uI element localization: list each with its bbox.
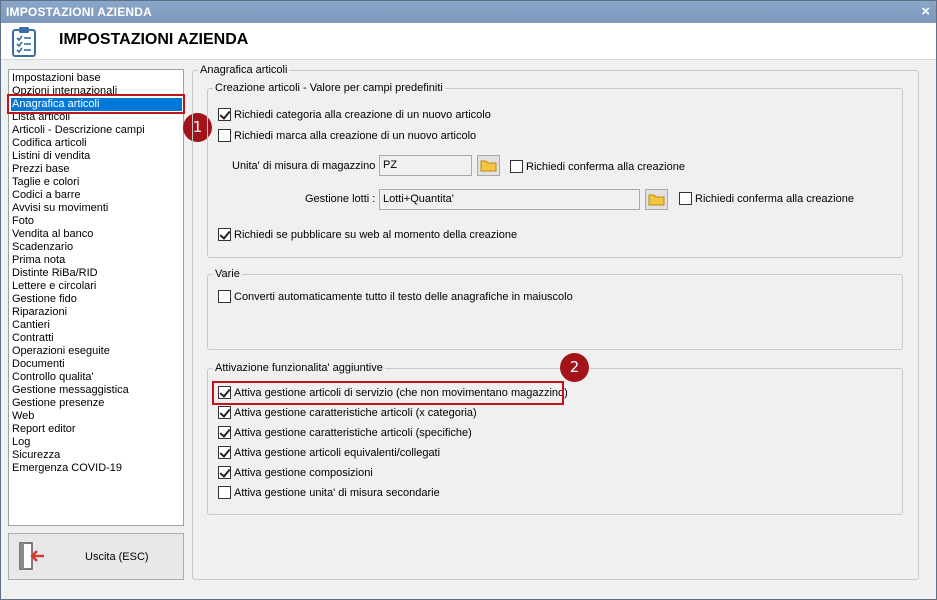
- sidebar-item-documenti[interactable]: Documenti: [12, 358, 65, 371]
- sidebar-item-scadenzario[interactable]: Scadenzario: [12, 241, 73, 254]
- checkbox-specific-characteristics[interactable]: Attiva gestione caratteristiche articoli…: [218, 426, 472, 439]
- unit-of-measure-label: Unita' di misura di magazzino :: [232, 160, 382, 172]
- sidebar-item-prezzi-base[interactable]: Prezzi base: [12, 163, 69, 176]
- checkbox-label: Converti automaticamente tutto il testo …: [234, 290, 573, 303]
- checkbox-publish-web[interactable]: Richiedi se pubblicare su web al momento…: [218, 228, 517, 241]
- clipboard-checklist-icon: [9, 26, 39, 61]
- checkbox-equivalent-items[interactable]: Attiva gestione articoli equivalenti/col…: [218, 446, 440, 459]
- checkbox-label: Attiva gestione articoli equivalenti/col…: [234, 446, 441, 459]
- checkbox-label: Attiva gestione caratteristiche articoli…: [234, 426, 472, 439]
- sidebar-item-riparazioni[interactable]: Riparazioni: [12, 306, 67, 319]
- checkbox-box[interactable]: [218, 466, 231, 479]
- checkbox-label: Attiva gestione composizioni: [234, 466, 373, 479]
- exit-button[interactable]: Uscita (ESC): [8, 533, 184, 580]
- exit-button-label: Uscita (ESC): [85, 551, 149, 563]
- sidebar-item-report-editor[interactable]: Report editor: [12, 423, 76, 436]
- unit-of-measure-field[interactable]: PZ: [379, 155, 472, 176]
- sidebar-item-emergenza-covid-19[interactable]: Emergenza COVID-19: [12, 462, 122, 475]
- unit-browse-button[interactable]: [477, 155, 500, 176]
- checkbox-label: Richiedi conferma alla creazione: [695, 192, 854, 205]
- checkbox-box[interactable]: [218, 129, 231, 142]
- sidebar-item-controllo-qualita[interactable]: Controllo qualita': [12, 371, 94, 384]
- callout-badge-2: 2: [560, 353, 589, 382]
- panel-title: Anagrafica articoli: [198, 64, 290, 76]
- lot-management-field[interactable]: Lotti+Quantita': [379, 189, 640, 210]
- settings-window: IMPOSTAZIONI AZIENDA × IMPOSTAZIONI AZIE…: [0, 0, 937, 600]
- creation-defaults-legend: Creazione articoli - Valore per campi pr…: [213, 82, 445, 94]
- sidebar-item-prima-nota[interactable]: Prima nota: [12, 254, 65, 267]
- settings-section-list[interactable]: Impostazioni base Opzioni internazionali…: [8, 69, 184, 526]
- window-title: IMPOSTAZIONI AZIENDA: [6, 5, 152, 19]
- page-title: IMPOSTAZIONI AZIENDA: [59, 31, 249, 48]
- additional-features-legend: Attivazione funzionalita' aggiuntive: [213, 362, 385, 374]
- varie-group: [207, 274, 903, 350]
- sidebar-item-distinte-riba-rid[interactable]: Distinte RiBa/RID: [12, 267, 98, 280]
- lot-management-label: Gestione lotti :: [305, 193, 376, 205]
- checkbox-label: Richiedi categoria alla creazione di un …: [234, 108, 491, 121]
- checkbox-label: Attiva gestione caratteristiche articoli…: [234, 406, 477, 419]
- sidebar-item-vendita-al-banco[interactable]: Vendita al banco: [12, 228, 93, 241]
- sidebar-item-codifica-articoli[interactable]: Codifica articoli: [12, 137, 87, 150]
- sidebar-item-codici-a-barre[interactable]: Codici a barre: [12, 189, 80, 202]
- checkbox-label: Richiedi se pubblicare su web al momento…: [234, 228, 518, 241]
- sidebar-item-cantieri[interactable]: Cantieri: [12, 319, 50, 332]
- checkbox-box[interactable]: [218, 426, 231, 439]
- sidebar-item-sicurezza[interactable]: Sicurezza: [12, 449, 60, 462]
- checkbox-label: Richiedi marca alla creazione di un nuov…: [234, 129, 477, 142]
- checkbox-secondary-units[interactable]: Attiva gestione unita' di misura seconda…: [218, 486, 440, 499]
- sidebar-item-avvisi-su-movimenti[interactable]: Avvisi su movimenti: [12, 202, 108, 215]
- sidebar-item-gestione-presenze[interactable]: Gestione presenze: [12, 397, 104, 410]
- checkbox-box[interactable]: [218, 290, 231, 303]
- checkbox-label: Richiedi conferma alla creazione: [526, 160, 685, 173]
- checkbox-label: Attiva gestione unita' di misura seconda…: [234, 486, 440, 499]
- checkbox-box[interactable]: [218, 486, 231, 499]
- checkbox-box[interactable]: [679, 192, 692, 205]
- sidebar-item-impostazioni-base[interactable]: Impostazioni base: [12, 72, 101, 85]
- sidebar-item-foto[interactable]: Foto: [12, 215, 34, 228]
- folder-icon: [648, 194, 665, 206]
- folder-icon: [480, 160, 497, 172]
- checkbox-compositions[interactable]: Attiva gestione composizioni: [218, 466, 373, 479]
- close-icon[interactable]: ×: [921, 3, 930, 20]
- checkbox-box[interactable]: [218, 108, 231, 121]
- title-bar: IMPOSTAZIONI AZIENDA ×: [1, 1, 936, 23]
- sidebar-item-articoli-descrizione-campi[interactable]: Articoli - Descrizione campi: [12, 124, 145, 137]
- checkbox-category-characteristics[interactable]: Attiva gestione caratteristiche articoli…: [218, 406, 477, 419]
- checkbox-box[interactable]: [218, 446, 231, 459]
- varie-legend: Varie: [213, 268, 242, 280]
- header-banner: IMPOSTAZIONI AZIENDA: [1, 23, 936, 60]
- sidebar-item-listini-di-vendita[interactable]: Listini di vendita: [12, 150, 90, 163]
- sidebar-item-log[interactable]: Log: [12, 436, 30, 449]
- lots-browse-button[interactable]: [645, 189, 668, 210]
- sidebar-item-taglie-e-colori[interactable]: Taglie e colori: [12, 176, 79, 189]
- checkbox-uppercase[interactable]: Converti automaticamente tutto il testo …: [218, 290, 573, 303]
- sidebar-item-gestione-messaggistica[interactable]: Gestione messaggistica: [12, 384, 129, 397]
- sidebar-item-web[interactable]: Web: [12, 410, 34, 423]
- checkbox-box[interactable]: [218, 228, 231, 241]
- checkbox-box[interactable]: [510, 160, 523, 173]
- checkbox-require-brand[interactable]: Richiedi marca alla creazione di un nuov…: [218, 129, 476, 142]
- highlight-box-selected-item: [7, 94, 185, 114]
- sidebar-item-gestione-fido[interactable]: Gestione fido: [12, 293, 77, 306]
- checkbox-unit-confirm[interactable]: Richiedi conferma alla creazione: [510, 160, 685, 173]
- exit-door-icon: [16, 541, 48, 576]
- highlight-box-service-items: [212, 381, 564, 405]
- sidebar-item-contratti[interactable]: Contratti: [12, 332, 54, 345]
- sidebar-item-lettere-e-circolari[interactable]: Lettere e circolari: [12, 280, 96, 293]
- checkbox-box[interactable]: [218, 406, 231, 419]
- sidebar-item-operazioni-eseguite[interactable]: Operazioni eseguite: [12, 345, 110, 358]
- checkbox-require-category[interactable]: Richiedi categoria alla creazione di un …: [218, 108, 491, 121]
- checkbox-lots-confirm[interactable]: Richiedi conferma alla creazione: [679, 192, 854, 205]
